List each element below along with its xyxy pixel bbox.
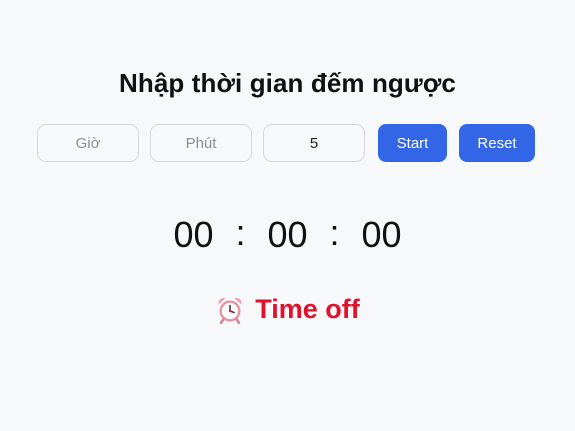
seconds-input[interactable] bbox=[263, 124, 365, 162]
status-message: Time off bbox=[0, 294, 575, 325]
seconds-display: 00 bbox=[361, 214, 402, 255]
minutes-input[interactable] bbox=[150, 124, 252, 162]
countdown-display: 00 : 00 : 00 bbox=[0, 212, 575, 256]
alarm-clock-icon bbox=[215, 295, 245, 325]
hours-input[interactable] bbox=[37, 124, 139, 162]
timer-controls: Start Reset bbox=[37, 124, 535, 162]
page-title: Nhập thời gian đếm ngược bbox=[119, 68, 456, 98]
minutes-display: 00 bbox=[267, 214, 308, 255]
countdown-page: Nhập thời gian đếm ngược Start Reset 00 … bbox=[0, 0, 575, 431]
time-off-text: Time off bbox=[255, 294, 360, 324]
time-separator: : bbox=[329, 212, 340, 253]
hours-display: 00 bbox=[173, 214, 214, 255]
time-separator: : bbox=[235, 212, 246, 253]
start-button[interactable]: Start bbox=[378, 124, 447, 162]
reset-button[interactable]: Reset bbox=[459, 124, 535, 162]
